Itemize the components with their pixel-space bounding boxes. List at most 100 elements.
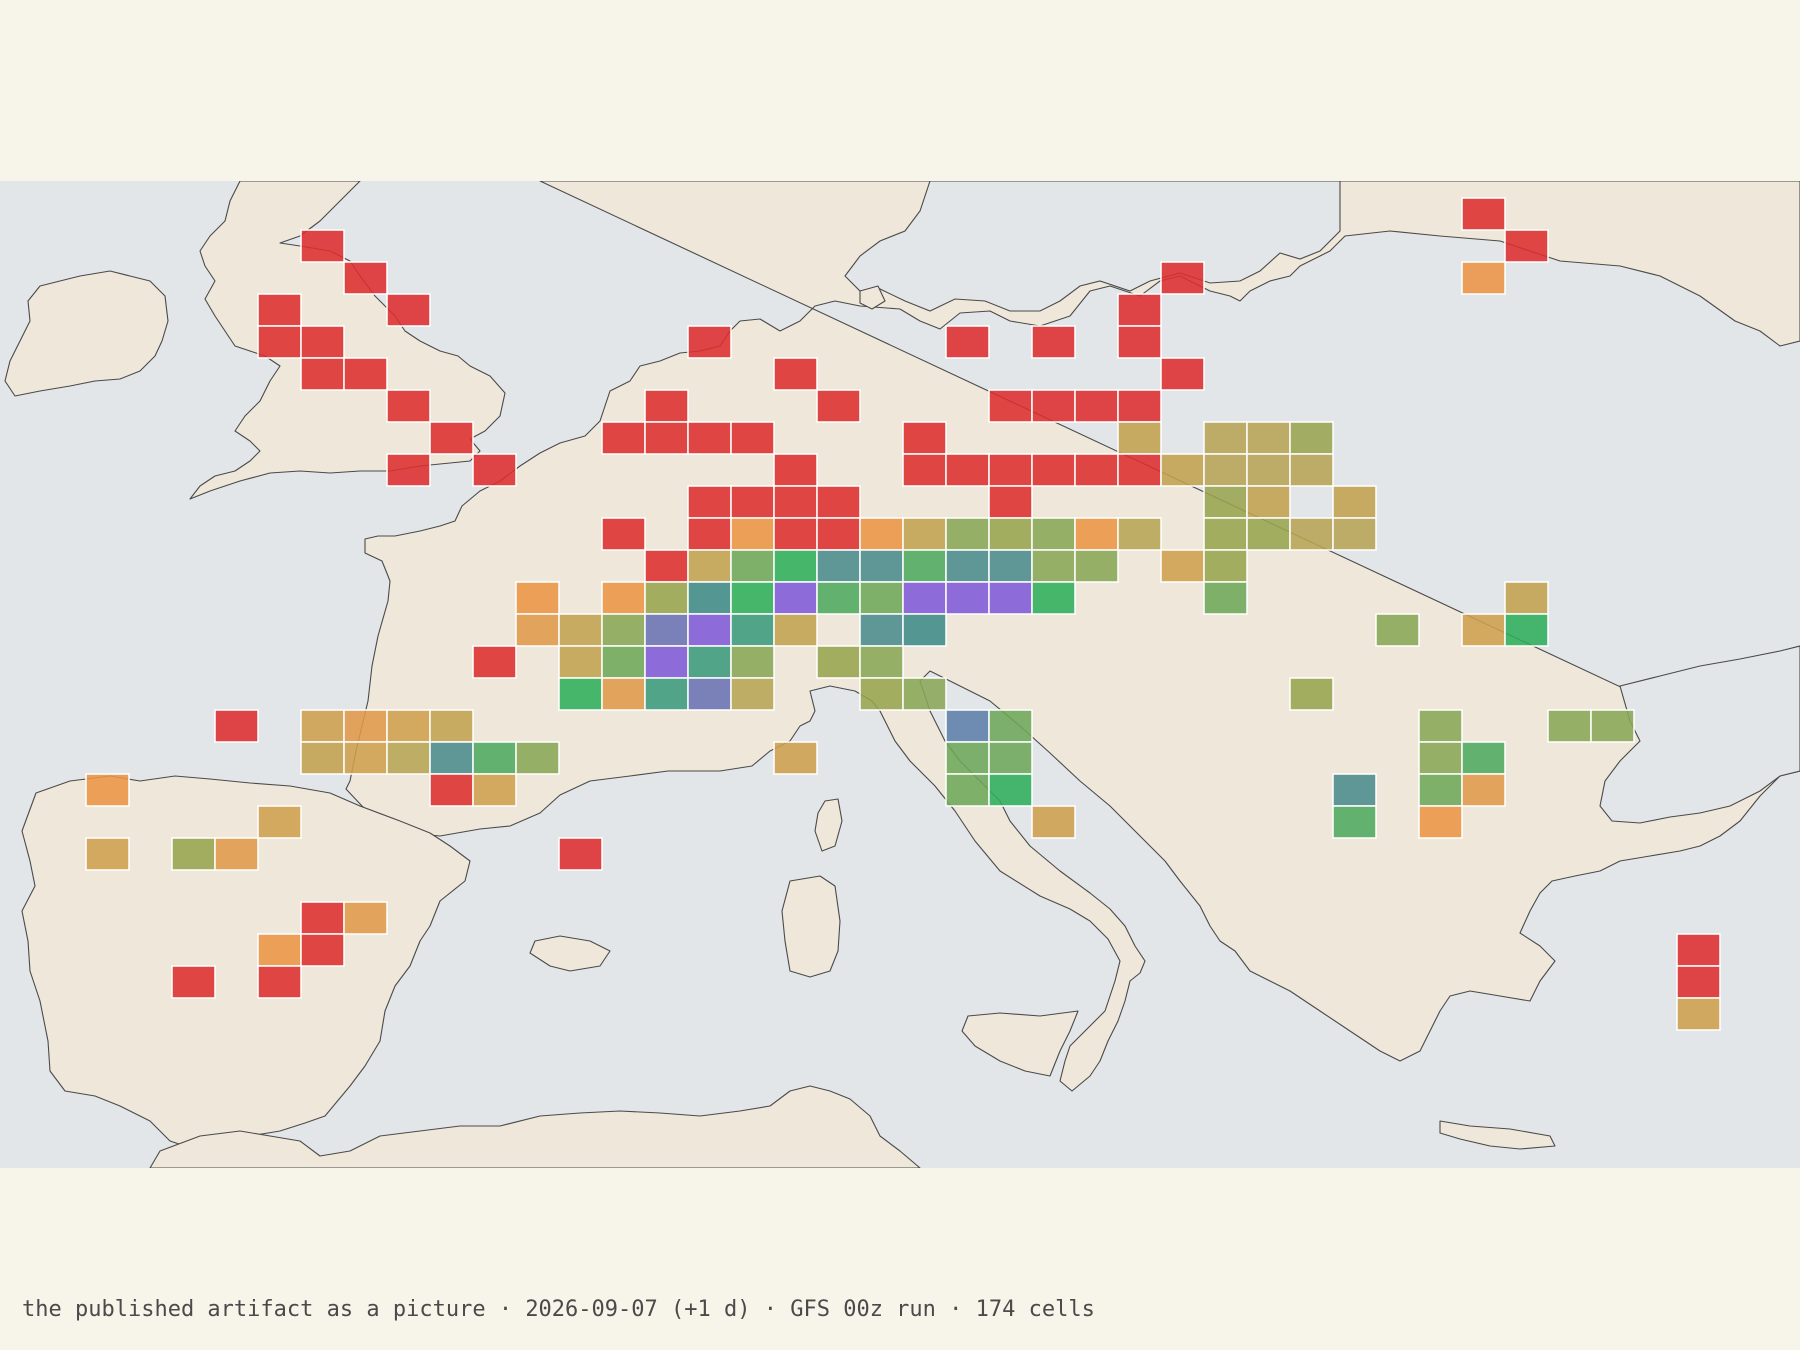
grid-cell[interactable] bbox=[558, 677, 603, 711]
grid-cell[interactable] bbox=[343, 901, 388, 935]
grid-cell[interactable] bbox=[601, 517, 646, 551]
grid-cell[interactable] bbox=[687, 613, 732, 647]
grid-cell[interactable] bbox=[644, 549, 689, 583]
grid-cell[interactable] bbox=[1547, 709, 1592, 743]
grid-cell[interactable] bbox=[429, 773, 474, 807]
grid-cell[interactable] bbox=[429, 709, 474, 743]
grid-cell[interactable] bbox=[1332, 485, 1377, 519]
grid-cell[interactable] bbox=[472, 645, 517, 679]
grid-cell[interactable] bbox=[1031, 453, 1076, 487]
grid-cell[interactable] bbox=[1031, 389, 1076, 423]
grid-cell[interactable] bbox=[1461, 773, 1506, 807]
grid-cell[interactable] bbox=[1074, 549, 1119, 583]
grid-cell[interactable] bbox=[730, 485, 775, 519]
grid-cell[interactable] bbox=[902, 549, 947, 583]
grid-cell[interactable] bbox=[1117, 453, 1162, 487]
grid-cell[interactable] bbox=[1031, 549, 1076, 583]
grid-cell[interactable] bbox=[300, 357, 345, 391]
grid-cell[interactable] bbox=[1203, 549, 1248, 583]
grid-cell[interactable] bbox=[1203, 485, 1248, 519]
grid-cell[interactable] bbox=[1418, 805, 1463, 839]
grid-cell[interactable] bbox=[343, 357, 388, 391]
grid-cell[interactable] bbox=[988, 741, 1033, 775]
grid-cell[interactable] bbox=[300, 933, 345, 967]
grid-cell[interactable] bbox=[902, 581, 947, 615]
grid-cell[interactable] bbox=[773, 517, 818, 551]
grid-cell[interactable] bbox=[644, 677, 689, 711]
grid-cell[interactable] bbox=[945, 581, 990, 615]
grid-cell[interactable] bbox=[1031, 325, 1076, 359]
grid-cell[interactable] bbox=[859, 613, 904, 647]
grid-cell[interactable] bbox=[1246, 517, 1291, 551]
grid-cell[interactable] bbox=[730, 645, 775, 679]
grid-cell[interactable] bbox=[1461, 197, 1506, 231]
grid-cell[interactable] bbox=[601, 421, 646, 455]
grid-cell[interactable] bbox=[1160, 453, 1205, 487]
grid-cell[interactable] bbox=[1504, 229, 1549, 263]
grid-cell[interactable] bbox=[1289, 517, 1334, 551]
grid-cell[interactable] bbox=[429, 741, 474, 775]
grid-cell[interactable] bbox=[730, 677, 775, 711]
grid-cell[interactable] bbox=[558, 837, 603, 871]
grid-cell[interactable] bbox=[902, 613, 947, 647]
grid-cell[interactable] bbox=[816, 389, 861, 423]
grid-cell[interactable] bbox=[257, 965, 302, 999]
grid-cell[interactable] bbox=[773, 613, 818, 647]
grid-cell[interactable] bbox=[945, 741, 990, 775]
grid-cell[interactable] bbox=[386, 709, 431, 743]
grid-cell[interactable] bbox=[1203, 517, 1248, 551]
grid-cell[interactable] bbox=[601, 677, 646, 711]
grid-cell[interactable] bbox=[558, 645, 603, 679]
grid-cell[interactable] bbox=[687, 549, 732, 583]
grid-cell[interactable] bbox=[386, 293, 431, 327]
grid-cell[interactable] bbox=[343, 741, 388, 775]
grid-cell[interactable] bbox=[257, 293, 302, 327]
grid-cell[interactable] bbox=[1418, 773, 1463, 807]
grid-cell[interactable] bbox=[558, 613, 603, 647]
grid-cell[interactable] bbox=[687, 677, 732, 711]
grid-cell[interactable] bbox=[1160, 549, 1205, 583]
grid-cell[interactable] bbox=[859, 581, 904, 615]
grid-cell[interactable] bbox=[816, 645, 861, 679]
grid-cell[interactable] bbox=[945, 709, 990, 743]
grid-cell[interactable] bbox=[1461, 613, 1506, 647]
grid-cell[interactable] bbox=[687, 485, 732, 519]
grid-cell[interactable] bbox=[859, 645, 904, 679]
grid-cell[interactable] bbox=[902, 517, 947, 551]
grid-cell[interactable] bbox=[816, 517, 861, 551]
grid-cell[interactable] bbox=[1676, 933, 1721, 967]
grid-cell[interactable] bbox=[644, 645, 689, 679]
grid-cell[interactable] bbox=[1203, 581, 1248, 615]
grid-cell[interactable] bbox=[644, 389, 689, 423]
grid-cell[interactable] bbox=[644, 581, 689, 615]
grid-cell[interactable] bbox=[257, 933, 302, 967]
map[interactable] bbox=[0, 181, 1800, 1168]
grid-cell[interactable] bbox=[1332, 517, 1377, 551]
grid-cell[interactable] bbox=[1504, 581, 1549, 615]
grid-cell[interactable] bbox=[1289, 421, 1334, 455]
grid-cell[interactable] bbox=[1074, 453, 1119, 487]
grid-cell[interactable] bbox=[472, 453, 517, 487]
grid-cell[interactable] bbox=[1289, 677, 1334, 711]
grid-cell[interactable] bbox=[988, 709, 1033, 743]
grid-cell[interactable] bbox=[429, 421, 474, 455]
grid-cell[interactable] bbox=[257, 325, 302, 359]
grid-cell[interactable] bbox=[257, 805, 302, 839]
grid-cell[interactable] bbox=[1418, 709, 1463, 743]
grid-cell[interactable] bbox=[1590, 709, 1635, 743]
grid-cell[interactable] bbox=[773, 453, 818, 487]
grid-cell[interactable] bbox=[1031, 517, 1076, 551]
grid-cell[interactable] bbox=[773, 485, 818, 519]
grid-cell[interactable] bbox=[988, 389, 1033, 423]
grid-cell[interactable] bbox=[687, 421, 732, 455]
grid-cell[interactable] bbox=[1117, 389, 1162, 423]
grid-cell[interactable] bbox=[472, 773, 517, 807]
grid-cell[interactable] bbox=[773, 357, 818, 391]
grid-cell[interactable] bbox=[988, 453, 1033, 487]
grid-cell[interactable] bbox=[730, 421, 775, 455]
grid-cell[interactable] bbox=[1461, 261, 1506, 295]
grid-cell[interactable] bbox=[859, 549, 904, 583]
grid-cell[interactable] bbox=[1074, 389, 1119, 423]
grid-cell[interactable] bbox=[472, 741, 517, 775]
grid-cell[interactable] bbox=[773, 549, 818, 583]
